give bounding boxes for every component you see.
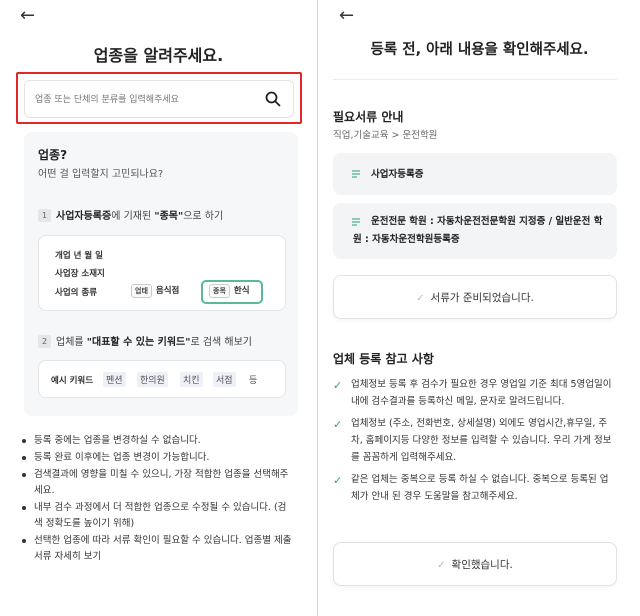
guide-question: 업종?	[38, 148, 68, 162]
reg-line-business-kind: 사업의 종류	[55, 286, 97, 298]
document-icon	[352, 170, 360, 178]
check-icon: ✓	[437, 560, 446, 571]
documents-section-title: 필요서류 안내	[333, 110, 404, 124]
guide-card: 업종? 어떤 걸 입력할지 고민되나요? 1 사업자등록증에 기재된 "종목"으로…	[24, 132, 298, 416]
documents-category-path: 직업,기술교육 > 운전학원	[333, 130, 438, 141]
tag-item: 종목	[209, 284, 230, 298]
reference-text: 업체정보 (주소, 전화번호, 상세설명) 외에도 영업시간,휴무일, 주차, …	[351, 418, 612, 463]
business-item-tag: 종목 한식	[209, 284, 250, 298]
note-item: 등록 완료 이후에는 업종 변경이 가능합니다.	[22, 450, 294, 466]
step-1-strong: 사업자등록증	[56, 211, 112, 222]
document-item: 사업자등록증	[333, 153, 617, 195]
guide-subtitle: 어떤 걸 입력할지 고민되나요?	[38, 169, 164, 180]
keyword-example-card: 예시 키워드 펜션 한의원 치킨 서점 등	[38, 360, 286, 398]
tag-category: 업태	[131, 284, 152, 298]
reg-line-open-date: 개업 년 월 일	[55, 251, 103, 261]
step-1-number: 1	[38, 209, 51, 222]
search-icon[interactable]	[265, 91, 281, 107]
reference-item: ✓ 업체정보 (주소, 전화번호, 상세설명) 외에도 영업시간,휴무일, 주차,…	[333, 415, 613, 466]
documents-ready-text: 서류가 준비되었습니다.	[430, 292, 534, 304]
step-2-pre: 업체를	[56, 337, 87, 348]
step-2-number: 2	[38, 335, 51, 348]
confirm-label: ✓ 확인했습니다.	[334, 557, 616, 572]
step-1-mid: 에 기재된	[111, 211, 155, 222]
keyword-suffix: 등	[249, 376, 258, 386]
page-title: 등록 전, 아래 내용을 확인해주세요.	[370, 42, 589, 58]
note-item: 검색결과에 영향을 미칠 수 있으니, 가장 적합한 업종을 선택해주세요.	[22, 467, 294, 499]
keyword-chip: 펜션	[103, 372, 126, 387]
documents-ready-label: ✓ 서류가 준비되었습니다.	[334, 290, 616, 305]
document-item: 운전전문 학원 : 자동차운전전문학원 지정증 / 일반운전 학원 : 자동차운…	[333, 203, 617, 259]
keyword-chip: 서점	[213, 372, 236, 387]
note-item: 등록 중에는 업종을 변경하실 수 없습니다.	[22, 433, 294, 449]
business-type-panel: ← 업종을 알려주세요. 업종? 어떤 걸 입력할지 고민되나요? 1 사업자등록…	[0, 0, 318, 616]
search-input[interactable]	[35, 91, 255, 109]
confirm-text: 확인했습니다.	[451, 559, 513, 571]
note-item: 내부 검수 과정에서 더 적합한 업종으로 수정될 수 있습니다. (검색 정확…	[22, 500, 294, 532]
reg-line-address: 사업장 소재지	[55, 269, 105, 279]
document-name: 운전전문 학원 : 자동차운전전문학원 지정증 / 일반운전 학원 : 자동차운…	[353, 216, 603, 245]
notes-list: 등록 중에는 업종을 변경하실 수 없습니다. 등록 완료 이후에는 업종 변경…	[22, 433, 294, 566]
step-1-end: 으로 하기	[183, 211, 224, 222]
divider	[333, 79, 617, 80]
note-item[interactable]: 선택한 업종에 따라 서류 확인이 필요할 수 있습니다. 업종별 제출 서류 …	[22, 533, 294, 565]
confirmation-panel: ← 등록 전, 아래 내용을 확인해주세요. 필요서류 안내 직업,기술교육 >…	[319, 0, 640, 616]
step-2-end: 로 검색 해보기	[190, 337, 253, 348]
item-value: 한식	[233, 286, 250, 296]
step-2-quote: "대표할 수 있는 키워드"	[86, 337, 191, 348]
reference-section-title: 업체 등록 참고 사항	[333, 352, 434, 366]
step-2: 2 업체를 "대표할 수 있는 키워드"로 검색 해보기	[38, 333, 252, 348]
reference-item: ✓ 같은 업체는 중복으로 등록 하실 수 없습니다. 중복으로 등록된 업체가 …	[333, 471, 613, 505]
reference-list: ✓ 업체정보 등록 후 검수가 필요한 경우 영업일 기준 최대 5영업일이내에 …	[333, 376, 613, 510]
keyword-chip: 치킨	[180, 372, 203, 387]
step-1-quote: "종목"	[154, 211, 184, 222]
check-icon: ✓	[333, 474, 343, 487]
check-icon: ✓	[416, 293, 425, 304]
reference-text: 업체정보 등록 후 검수가 필요한 경우 영업일 기준 최대 5영업일이내에 검…	[351, 379, 612, 407]
documents-ready-button[interactable]: ✓ 서류가 준비되었습니다.	[333, 275, 617, 319]
reg-line-business-kind-label: 사업의 종류	[55, 288, 98, 298]
reference-text: 같은 업체는 중복으로 등록 하실 수 없습니다. 중복으로 등록된 업체가 안…	[351, 474, 609, 502]
keyword-chip: 한의원	[137, 372, 168, 387]
back-arrow-icon[interactable]: ←	[339, 6, 354, 26]
keyword-label: 예시 키워드	[51, 376, 94, 386]
check-icon: ✓	[333, 379, 343, 392]
confirm-button[interactable]: ✓ 확인했습니다.	[333, 542, 617, 586]
back-arrow-icon[interactable]: ←	[20, 6, 35, 26]
page-title: 업종을 알려주세요.	[93, 46, 224, 65]
registration-example-card: 개업 년 월 일 사업장 소재지 사업의 종류 업태 음식점 종목 한식	[38, 235, 286, 311]
check-icon: ✓	[333, 418, 343, 431]
reference-item: ✓ 업체정보 등록 후 검수가 필요한 경우 영업일 기준 최대 5영업일이내에 …	[333, 376, 613, 410]
step-1: 1 사업자등록증에 기재된 "종목"으로 하기	[38, 207, 223, 222]
document-name: 사업자등록증	[371, 169, 424, 180]
business-category-tag: 업태 음식점	[131, 284, 179, 298]
category-value: 음식점	[155, 286, 180, 296]
search-box[interactable]	[24, 80, 294, 118]
